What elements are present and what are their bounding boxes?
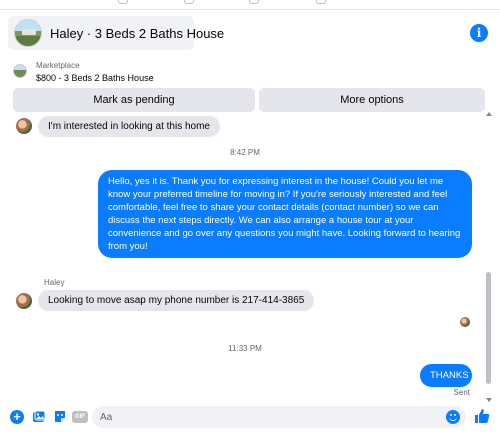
emoji-icon[interactable] <box>446 410 460 424</box>
sticker-icon[interactable] <box>53 410 67 424</box>
thumbs-up-icon[interactable] <box>474 408 490 424</box>
tab-nub <box>184 0 194 4</box>
tab-nub <box>118 0 128 4</box>
read-receipt-avatar <box>460 317 470 327</box>
image-icon[interactable] <box>32 410 46 424</box>
chat-header: Haley · 3 Beds 2 Baths House i <box>0 10 500 58</box>
info-icon[interactable]: i <box>470 24 488 42</box>
gif-icon[interactable]: GIF <box>72 411 88 423</box>
tab-nub <box>316 0 326 4</box>
conversation-title-chip[interactable]: Haley · 3 Beds 2 Baths House <box>8 16 224 50</box>
message-timestamp: 8:42 PM <box>230 148 260 157</box>
marketplace-listing[interactable]: Marketplace $800 - 3 Beds 2 Baths House <box>0 58 500 88</box>
listing-source: Marketplace <box>36 61 80 70</box>
incoming-message: I'm interested in looking at this home <box>38 116 220 137</box>
scrollbar-thumb[interactable] <box>486 272 491 384</box>
window-top-strip <box>0 0 500 10</box>
message-input-box[interactable] <box>92 406 466 428</box>
outgoing-message: Hello, yes it is. Thank you for expressi… <box>98 170 472 258</box>
haley-avatar <box>16 118 32 134</box>
tab-nub <box>249 0 259 4</box>
plus-icon[interactable]: + <box>10 410 24 424</box>
message-thread[interactable]: I'm interested in looking at this home 8… <box>0 112 500 402</box>
sender-name: Haley <box>44 278 65 287</box>
listing-price-title: $800 - 3 Beds 2 Baths House <box>36 73 154 83</box>
mark-as-pending-button[interactable]: Mark as pending <box>13 88 255 112</box>
message-composer: + GIF <box>0 402 500 436</box>
message-timestamp: 11:33 PM <box>228 344 262 353</box>
listing-thumbnail <box>13 64 27 78</box>
conversation-title: Haley · 3 Beds 2 Baths House <box>50 25 225 41</box>
thread-scrollbar[interactable] <box>486 112 492 402</box>
outgoing-message: THANKS <box>420 364 472 387</box>
more-options-button[interactable]: More options <box>259 88 485 112</box>
incoming-message: Looking to move asap my phone number is … <box>38 290 315 311</box>
haley-avatar <box>16 293 32 309</box>
listing-actions: Mark as pending More options <box>0 88 500 112</box>
scroll-up-arrow-icon[interactable] <box>486 112 492 116</box>
sent-status: Sent <box>453 388 470 397</box>
message-input[interactable] <box>92 406 432 428</box>
listing-avatar <box>14 19 42 47</box>
